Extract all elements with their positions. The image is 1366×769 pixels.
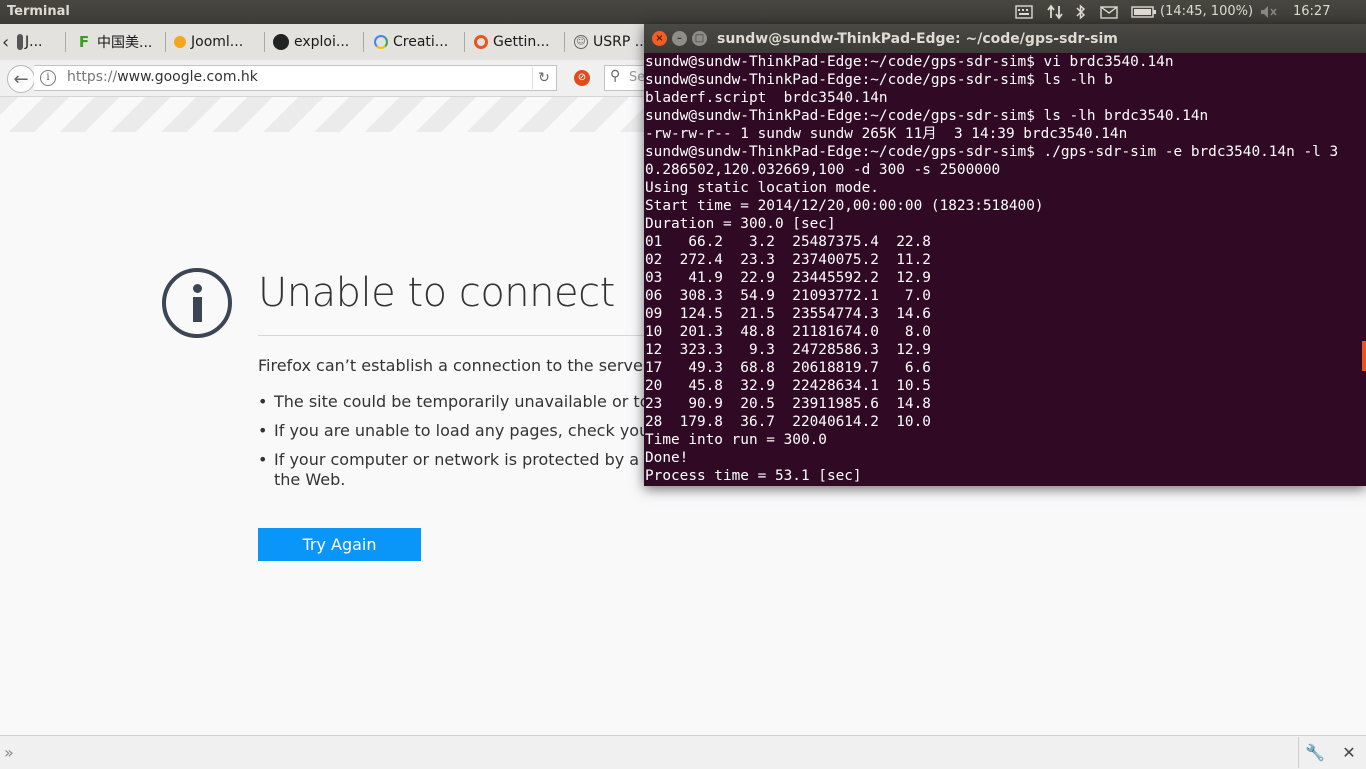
tab-label: exploi... <box>294 34 350 50</box>
tab-divider <box>264 32 265 52</box>
bluetooth-icon[interactable] <box>1072 0 1090 24</box>
minimize-window-icon[interactable]: – <box>672 31 687 46</box>
tab-label: USRP .. <box>593 34 644 50</box>
reload-icon[interactable]: ↻ <box>532 67 555 89</box>
back-arrow-icon: ← <box>13 68 29 90</box>
mail-icon[interactable] <box>1098 0 1120 24</box>
url-host: www.google.com.hk <box>117 69 258 85</box>
url-bar[interactable]: i https://www.google.com.hk ↻ <box>34 65 557 91</box>
volume-muted-icon[interactable] <box>1258 0 1280 24</box>
maximize-window-icon[interactable]: □ <box>692 31 707 46</box>
terminal-line: 09 124.5 21.5 23554774.3 14.6 <box>645 306 931 322</box>
terminal-line: Start time = 2014/12/20,00:00:00 (1823:5… <box>645 198 1044 214</box>
terminal-line: 10 201.3 48.8 21181674.0 8.0 <box>645 324 931 340</box>
tab-3[interactable]: Jooml... <box>174 28 260 56</box>
google-icon <box>374 35 388 49</box>
terminal-line: Duration = 300.0 [sec] <box>645 216 836 232</box>
url-text[interactable]: https://www.google.com.hk <box>67 69 258 85</box>
terminal-line: 23 90.9 20.5 23911985.6 14.8 <box>645 396 931 412</box>
terminal-line: 20 45.8 32.9 22428634.1 10.5 <box>645 378 931 394</box>
tab-1[interactable]: J... <box>17 28 62 56</box>
top-panel: Terminal (14:45, 100%) 16:27 <box>0 0 1366 24</box>
error-reasons-list: The site could be temporarily unavailabl… <box>258 392 679 490</box>
github-icon <box>273 34 289 50</box>
info-icon[interactable]: i <box>40 70 56 86</box>
tab-label: 中国美... <box>97 35 153 51</box>
tab-5[interactable]: Creati... <box>374 28 460 56</box>
tab-label: J... <box>25 34 43 50</box>
terminal-line: 28 179.8 36.7 22040614.2 10.0 <box>645 414 931 430</box>
terminal-window[interactable]: × – □ sundw@sundw-ThinkPad-Edge: ~/code/… <box>644 24 1366 486</box>
list-item: If your computer or network is protected… <box>258 450 670 490</box>
tab-divider <box>464 32 465 52</box>
try-again-button[interactable]: Try Again <box>258 528 421 561</box>
tab-2[interactable]: F 中国美... <box>76 28 162 56</box>
info-circle-icon <box>162 268 232 338</box>
terminal-output[interactable]: sundw@sundw-ThinkPad-Edge:~/code/gps-sdr… <box>644 53 1366 486</box>
url-scheme: https:// <box>67 69 118 85</box>
terminal-line: 17 49.3 68.8 20618819.7 6.6 <box>645 360 931 376</box>
chevron-right-icon[interactable]: » <box>4 743 14 762</box>
terminal-scroll-marker[interactable] <box>1362 341 1366 371</box>
tab-divider <box>165 32 166 52</box>
joomla-icon <box>174 36 186 48</box>
tab-4[interactable]: exploi... <box>273 28 359 56</box>
tab-6[interactable]: Gettin... <box>474 28 560 56</box>
tab-divider <box>564 32 565 52</box>
error-description: Firefox can’t establish a connection to … <box>258 356 671 375</box>
terminal-line: Process time = 53.1 [sec] <box>645 468 862 484</box>
back-button[interactable]: ← <box>7 65 35 93</box>
tab-7[interactable]: ☺ USRP .. <box>574 28 644 56</box>
bottom-toolbar: » 🔧 ✕ <box>0 735 1366 769</box>
clock[interactable]: 16:27 <box>1293 4 1330 19</box>
smiley-icon: ☺ <box>574 35 588 49</box>
terminal-line: 02 272.4 23.3 23740075.2 11.2 <box>645 252 931 268</box>
page-title: Unable to connect <box>258 270 615 316</box>
tab-divider <box>363 32 364 52</box>
list-item: If you are unable to load any pages, che… <box>258 421 679 441</box>
terminal-line: Done! <box>645 450 689 466</box>
terminal-line: sundw@sundw-ThinkPad-Edge:~/code/gps-sdr… <box>645 108 1209 124</box>
error-header-stripes <box>0 97 645 132</box>
ubuntu-icon <box>474 35 488 49</box>
terminal-title: sundw@sundw-ThinkPad-Edge: ~/code/gps-sd… <box>717 31 1118 47</box>
terminal-line: sundw@sundw-ThinkPad-Edge:~/code/gps-sdr… <box>645 144 1339 160</box>
tab-scroll-left-icon[interactable]: ‹ <box>2 28 16 56</box>
terminal-line: 0.286502,120.032669,100 -d 300 -s 250000… <box>645 162 1001 178</box>
terminal-line: bladerf.script brdc3540.14n <box>645 90 888 106</box>
terminal-line: 12 323.3 9.3 24728586.3 12.9 <box>645 342 931 358</box>
terminal-line: 01 66.2 3.2 25487375.4 22.8 <box>645 234 931 250</box>
terminal-line: sundw@sundw-ThinkPad-Edge:~/code/gps-sdr… <box>645 54 1174 70</box>
active-app-title: Terminal <box>7 4 70 19</box>
close-icon[interactable]: ✕ <box>1335 737 1363 768</box>
wrench-icon[interactable]: 🔧 <box>1298 737 1331 768</box>
search-placeholder: Se <box>629 70 646 85</box>
green-f-icon: F <box>78 33 90 51</box>
search-icon: ⚲ <box>610 68 621 84</box>
list-item-text-continued: the Web. <box>274 470 346 489</box>
terminal-line: Using static location mode. <box>645 180 879 196</box>
list-item-text: If your computer or network is protected… <box>274 450 671 469</box>
addon-block-icon[interactable]: ⊘ <box>574 70 590 86</box>
battery-icon[interactable] <box>1130 0 1158 24</box>
keyboard-icon[interactable] <box>1013 0 1035 24</box>
tab-divider <box>65 32 66 52</box>
terminal-titlebar[interactable]: × – □ sundw@sundw-ThinkPad-Edge: ~/code/… <box>644 24 1366 53</box>
list-item: The site could be temporarily unavailabl… <box>258 392 675 412</box>
firefox-tab-icon <box>17 34 23 50</box>
close-window-icon[interactable]: × <box>652 31 667 46</box>
network-icon[interactable] <box>1045 0 1065 24</box>
terminal-line: Time into run = 300.0 <box>645 432 827 448</box>
tab-label: Creati... <box>393 34 449 50</box>
title-divider <box>258 335 658 336</box>
terminal-line: sundw@sundw-ThinkPad-Edge:~/code/gps-sdr… <box>645 72 1113 88</box>
terminal-line: 06 308.3 54.9 21093772.1 7.0 <box>645 288 931 304</box>
terminal-line: 03 41.9 22.9 23445592.2 12.9 <box>645 270 931 286</box>
battery-status: (14:45, 100%) <box>1160 4 1254 19</box>
navigation-toolbar: ← i https://www.google.com.hk ↻ ⊘ ⚲ Se <box>0 60 666 97</box>
terminal-line: -rw-rw-r-- 1 sundw sundw 265K 11月 3 14:3… <box>645 126 1128 142</box>
tab-label: Jooml... <box>191 34 244 50</box>
tab-label: Gettin... <box>493 34 550 50</box>
